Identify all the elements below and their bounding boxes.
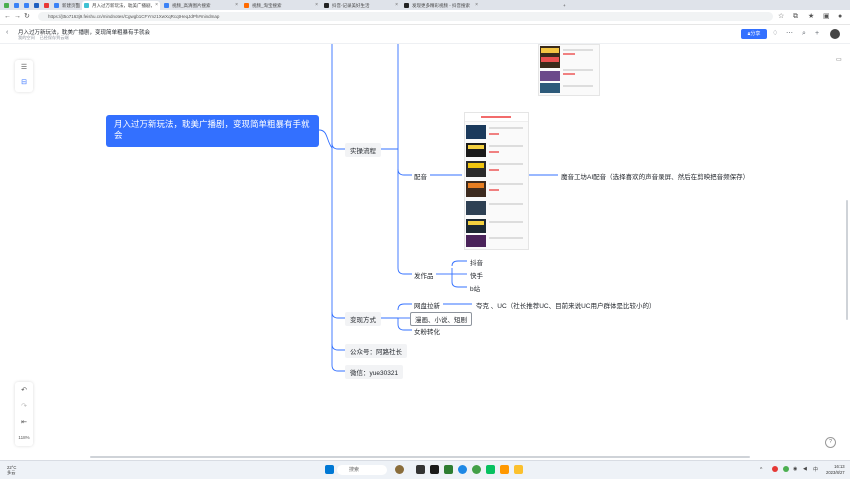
weather-desc: 多云: [7, 470, 16, 475]
node-platform-bilibili[interactable]: b站: [470, 283, 480, 293]
volume-icon[interactable]: ◀: [803, 466, 807, 472]
screenshot-thumbnail-top[interactable]: [538, 44, 600, 96]
taskbar-clock[interactable]: 16:13 2023/8/27: [826, 464, 845, 475]
chrome-icon[interactable]: [472, 465, 481, 474]
game-app-icon[interactable]: [395, 465, 404, 474]
search-placeholder: 搜索: [349, 467, 360, 473]
node-short-drama[interactable]: 漫画、小说、短剧: [410, 312, 472, 326]
folder-icon[interactable]: [514, 465, 523, 474]
node-wechat-public[interactable]: 公众号：阿路社长: [345, 344, 407, 358]
weather-widget[interactable]: 22°C 多云: [7, 465, 16, 475]
edge-browser-icon[interactable]: [458, 465, 467, 474]
wechat-icon[interactable]: [486, 465, 495, 474]
clock-date: 2023/8/27: [826, 469, 845, 475]
network-icon[interactable]: ◉: [793, 466, 797, 472]
tray-app-icon[interactable]: [772, 466, 778, 472]
taskbar-search-input[interactable]: 搜索: [337, 465, 387, 475]
node-platform-douyin[interactable]: 抖音: [470, 257, 483, 267]
vertical-scrollbar[interactable]: [846, 200, 848, 320]
node-platform-kuaishou[interactable]: 快手: [470, 270, 483, 280]
node-dubbing-note[interactable]: 魔音工坊AI配音（选择喜欢的声音录屏、然后在剪映把音频保存）: [561, 171, 749, 181]
app-icon[interactable]: [444, 465, 453, 474]
tray-app-icon[interactable]: [783, 466, 789, 472]
screenshot-thumbnail-dubbing[interactable]: [464, 112, 529, 250]
os-taskbar: 22°C 多云 搜索 ^ ◉ ◀ 中 16:13 2023/8/27: [0, 460, 850, 479]
mindmap-root-node[interactable]: 月入过万新玩法，耽美广播剧，变现简单粗暴有手就会: [106, 115, 319, 147]
node-fan-convert[interactable]: 女粉转化: [414, 326, 440, 336]
windows-start-icon[interactable]: [325, 465, 334, 474]
app-icon[interactable]: [416, 465, 425, 474]
ime-icon[interactable]: 中: [813, 466, 818, 473]
tiktok-icon[interactable]: [430, 465, 439, 474]
node-monetize[interactable]: 变现方式: [345, 312, 381, 326]
node-dubbing[interactable]: 配音: [414, 171, 427, 181]
node-wechat[interactable]: 微信：yue30321: [345, 365, 404, 379]
horizontal-scrollbar[interactable]: [90, 456, 750, 458]
app-icon[interactable]: [500, 465, 509, 474]
mindmap-connectors: [318, 44, 558, 372]
node-netdisk[interactable]: 网盘拉新: [414, 300, 440, 310]
node-process[interactable]: 实操流程: [345, 143, 381, 157]
node-publish[interactable]: 发作品: [414, 270, 434, 280]
tray-chevron-icon[interactable]: ^: [760, 467, 762, 473]
node-netdisk-note[interactable]: 夸克 、UC（社长推荐UC、目前来说UC用户群体是比较小的）: [476, 300, 655, 310]
